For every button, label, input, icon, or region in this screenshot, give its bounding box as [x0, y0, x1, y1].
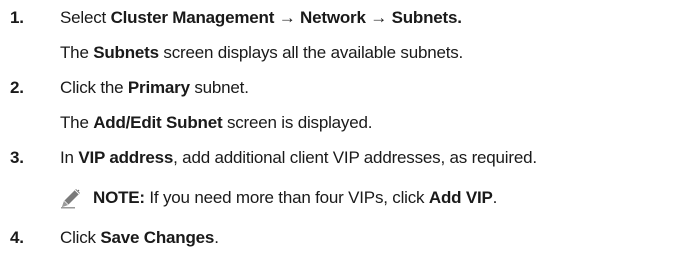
step-result: The Subnets screen displays all the avai…	[60, 43, 464, 62]
menu-path-cluster-management: Cluster Management	[110, 8, 275, 27]
subnet-name-primary: Primary	[127, 78, 190, 97]
menu-path-network: Network	[300, 8, 366, 27]
step-instruction: Select Cluster Management → Network → Su…	[60, 8, 462, 27]
step-result: The Add/Edit Subnet screen is displayed.	[60, 113, 373, 132]
menu-path-subnets: Subnets.	[391, 8, 462, 27]
step-number: 1.	[10, 8, 24, 27]
step-instruction: Click the Primary subnet.	[60, 78, 249, 97]
button-name-add-vip: Add VIP	[428, 188, 493, 207]
pencil-note-icon	[61, 189, 80, 209]
step-instruction: Click Save Changes.	[60, 228, 219, 247]
step-instruction: In VIP address, add additional client VI…	[60, 148, 537, 167]
step-number: 2.	[10, 78, 24, 97]
screen-name-add-edit-subnet: Add/Edit Subnet	[93, 113, 223, 132]
field-name-vip-address: VIP address	[78, 148, 174, 167]
step-number: 3.	[10, 148, 24, 167]
note-text: NOTE: If you need more than four VIPs, c…	[93, 188, 498, 207]
instruction-steps: 1. Select Cluster Management → Network →…	[0, 0, 677, 273]
note-label: NOTE:	[93, 188, 145, 207]
step-number: 4.	[10, 228, 24, 247]
screen-name-subnets: Subnets	[93, 43, 159, 62]
button-name-save-changes: Save Changes	[100, 228, 215, 247]
